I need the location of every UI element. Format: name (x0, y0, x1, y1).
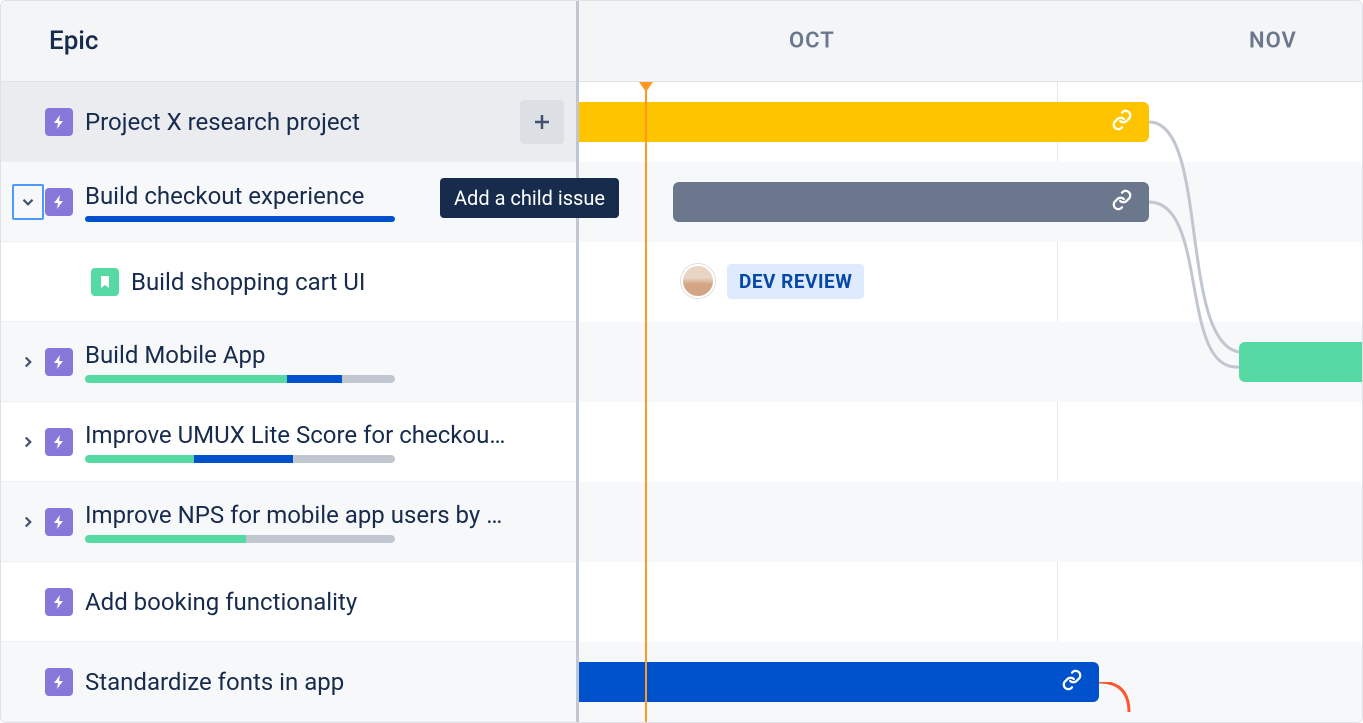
epic-row-shopping-cart[interactable]: Build shopping cart UI (1, 242, 576, 322)
today-marker-handle[interactable] (639, 82, 653, 92)
timeline-header: OCT NOV (579, 1, 1362, 82)
epic-title[interactable]: Add booking functionality (85, 588, 564, 616)
epic-row-booking[interactable]: Add booking functionality (1, 562, 576, 642)
assignee-avatar[interactable] (681, 264, 715, 298)
epic-title[interactable]: Improve UMUX Lite Score for checkou… (85, 421, 564, 449)
add-child-tooltip: Add a child issue (440, 178, 619, 218)
epic-title[interactable]: Build Mobile App (85, 341, 564, 369)
epic-row-umux[interactable]: Improve UMUX Lite Score for checkou… (1, 402, 576, 482)
epic-column-header: Epic (1, 1, 576, 82)
timeline-row-mobile-app[interactable] (579, 322, 1362, 402)
epic-row-nps[interactable]: Improve NPS for mobile app users by … (1, 482, 576, 562)
epic-list-panel: Epic Project X research projectBuild che… (1, 1, 579, 722)
epic-title[interactable]: Build shopping cart UI (131, 268, 564, 296)
timeline-row-build-checkout[interactable] (579, 162, 1362, 242)
epic-icon (45, 668, 73, 696)
month-label-oct: OCT (789, 29, 835, 54)
timeline-bar[interactable] (1239, 342, 1362, 382)
timeline-bar[interactable] (579, 102, 1149, 142)
epic-title[interactable]: Project X research project (85, 108, 520, 136)
timeline-bar[interactable] (673, 182, 1149, 222)
epic-icon (45, 428, 73, 456)
column-title: Epic (49, 26, 99, 56)
epic-icon (45, 348, 73, 376)
progress-bar (85, 375, 395, 383)
epic-row-fonts[interactable]: Standardize fonts in app (1, 642, 576, 722)
status-badge[interactable]: DEV REVIEW (727, 264, 864, 299)
timeline-row-umux[interactable] (579, 402, 1362, 482)
chevron-right-icon[interactable] (16, 430, 40, 454)
timeline-bar[interactable] (579, 662, 1099, 702)
link-icon[interactable] (1111, 189, 1133, 215)
epic-icon (45, 588, 73, 616)
chevron-right-icon[interactable] (16, 350, 40, 374)
timeline-row-nps[interactable] (579, 482, 1362, 562)
timeline-row-project-x[interactable] (579, 82, 1362, 162)
progress-bar (85, 535, 395, 543)
progress-bar (85, 216, 395, 222)
story-icon (91, 268, 119, 296)
chevron-down-icon[interactable] (12, 184, 44, 220)
epic-icon (45, 188, 73, 216)
timeline-row-fonts[interactable] (579, 642, 1362, 722)
timeline-row-booking[interactable] (579, 562, 1362, 642)
month-label-nov: NOV (1249, 29, 1297, 54)
epic-row-project-x[interactable]: Project X research project (1, 82, 576, 162)
timeline-panel[interactable]: OCT NOV DEV REVIEW (579, 1, 1362, 722)
progress-bar (85, 455, 395, 463)
link-icon[interactable] (1111, 109, 1133, 135)
today-marker-line (645, 82, 647, 722)
epic-title[interactable]: Standardize fonts in app (85, 668, 564, 696)
epic-title[interactable]: Improve NPS for mobile app users by … (85, 501, 564, 529)
epic-row-mobile-app[interactable]: Build Mobile App (1, 322, 576, 402)
epic-icon (45, 508, 73, 536)
dependency-line (1089, 682, 1149, 722)
timeline-row-shopping-cart[interactable]: DEV REVIEW (579, 242, 1362, 322)
link-icon[interactable] (1061, 669, 1083, 695)
chevron-right-icon[interactable] (16, 510, 40, 534)
epic-icon (45, 108, 73, 136)
add-child-button[interactable] (520, 100, 564, 144)
